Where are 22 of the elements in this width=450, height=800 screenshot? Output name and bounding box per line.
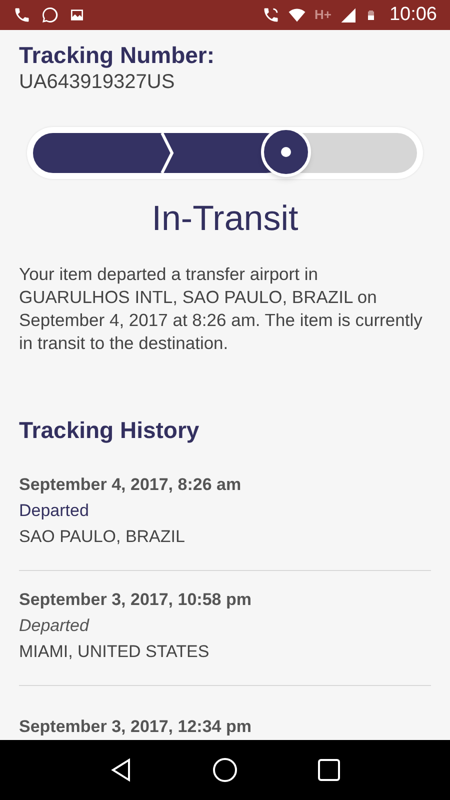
wifi-icon	[288, 6, 306, 24]
status-description: Your item departed a transfer airport in GUARULHOS INTL, SAO PAULO, BRAZIL on September 4, 2017 at 8:26 am. The item is currently in transit to the destination.	[19, 263, 424, 356]
tracking-number: UA643919327US	[19, 70, 176, 95]
back-icon[interactable]	[110, 758, 132, 782]
event-location: MIAMI, UNITED STATES	[19, 640, 210, 663]
recents-icon[interactable]	[318, 759, 340, 781]
status-title: In-Transit	[150, 198, 300, 240]
tracking-label: Tracking Number:	[19, 41, 216, 70]
phone-icon	[13, 6, 31, 24]
history-title: Tracking History	[19, 416, 200, 446]
home-icon[interactable]	[212, 757, 238, 783]
network-type: H+	[314, 6, 332, 24]
event-status: Departed	[19, 500, 90, 522]
clock-time: 10:06	[389, 2, 437, 27]
event-location: SAO PAULO, BRAZIL	[19, 526, 186, 548]
event-datetime: September 4, 2017, 8:26 am	[19, 474, 242, 496]
event-status: Departed	[19, 614, 90, 637]
event-datetime: September 3, 2017, 12:34 pm	[19, 716, 252, 738]
signal-icon	[339, 6, 358, 24]
call-icon	[262, 6, 280, 24]
event-datetime: September 3, 2017, 10:58 pm	[19, 588, 252, 611]
chat-bubble-icon	[41, 6, 59, 24]
